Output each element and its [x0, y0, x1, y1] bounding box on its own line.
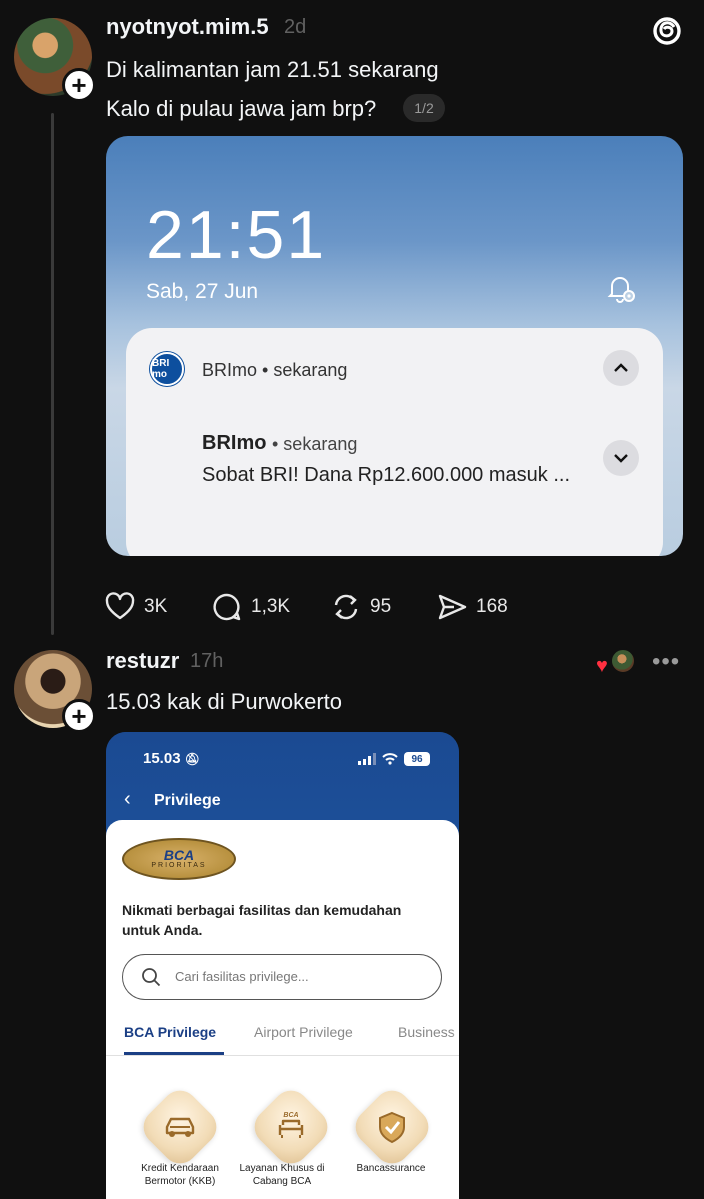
notification-card[interactable]: BRI mo BRImo • sekarang BRImo • sekarang… — [126, 328, 663, 556]
tab-business[interactable]: Business — [398, 1024, 455, 1040]
wifi-icon — [382, 753, 398, 765]
svg-text:BCA: BCA — [283, 1112, 298, 1119]
lockscreen-time: 21:51 — [146, 197, 327, 273]
privilege-item-label: Layanan Khusus di Cabang BCA — [239, 1163, 325, 1187]
post-time: 2d — [284, 16, 307, 38]
reply-time: 17h — [190, 650, 224, 672]
liker-avatar — [610, 648, 636, 674]
notification-time: • sekarang — [272, 434, 358, 454]
notification-header: BRImo • sekarang — [202, 360, 347, 381]
tab-bca-privilege[interactable]: BCA Privilege — [124, 1024, 216, 1040]
bca-page-title: Privilege — [154, 792, 221, 809]
bca-prioritas-logo: BCA PRIORITAS — [122, 838, 236, 880]
bca-content: BCA PRIORITAS Nikmati berbagai fasilitas… — [106, 820, 459, 1199]
status-time: 15.03 🔕︎ — [143, 750, 200, 767]
reply-count: 1,3K — [251, 596, 291, 617]
follow-plus-icon[interactable]: + — [62, 68, 96, 102]
lockscreen-date: Sab, 27 Jun — [146, 280, 259, 303]
sofa-icon: BCA — [278, 1112, 304, 1138]
heart-icon — [105, 592, 135, 620]
liked-by-indicator[interactable]: ♥ — [596, 648, 640, 678]
post-image-lockscreen[interactable]: 21:51 Sab, 27 Jun BRI mo BRImo • sekaran… — [106, 136, 683, 556]
brimo-logo: BRI mo — [150, 352, 184, 386]
like-button[interactable]: 3K — [104, 590, 167, 624]
expand-chevron-down-icon[interactable] — [603, 440, 639, 476]
repost-count: 95 — [370, 596, 392, 617]
tab-divider — [106, 1055, 459, 1056]
thread-line — [51, 113, 54, 635]
shield-check-icon — [379, 1111, 405, 1144]
notification-header-time: • sekarang — [262, 360, 348, 380]
reply-text: 15.03 kak di Purwokerto — [106, 689, 343, 714]
battery-icon: 96 — [404, 752, 430, 766]
notification-app-name: BRImo — [202, 360, 258, 380]
tab-scroll-fade — [452, 1016, 459, 1056]
car-icon — [165, 1117, 195, 1137]
comment-bubble-icon — [213, 593, 241, 621]
notification-message: Sobat BRI! Dana Rp12.600.000 masuk ... — [202, 464, 570, 486]
post-image-bca-app[interactable]: 15.03 🔕︎ 96 ‹ Privilege BCA PRIORITAS Ni… — [106, 732, 459, 1199]
search-placeholder: Cari fasilitas privilege... — [175, 969, 309, 984]
post-text-line-1: Di kalimantan jam 21.51 sekarang — [106, 57, 439, 82]
post-text-line-2: Kalo di pulau jawa jam brp? — [106, 96, 377, 121]
privilege-search-input[interactable]: Cari fasilitas privilege... — [122, 954, 442, 1000]
image-page-indicator: 1/2 — [403, 94, 445, 122]
bca-description: Nikmati berbagai fasilitas dan kemudahan… — [122, 902, 402, 938]
reply-button[interactable]: 1,3K — [211, 590, 290, 624]
bell-settings-icon — [607, 277, 635, 303]
search-icon — [142, 968, 161, 987]
bell-muted-icon: 🔕︎ — [184, 752, 200, 766]
red-heart-icon: ♥ — [596, 655, 608, 677]
share-count: 168 — [476, 596, 508, 617]
signal-icon — [358, 753, 376, 765]
bca-header — [106, 732, 459, 832]
back-chevron-icon[interactable]: ‹ — [124, 788, 131, 811]
collapse-chevron-up-icon[interactable] — [603, 350, 639, 386]
like-count: 3K — [144, 596, 168, 617]
threads-logo-icon[interactable] — [650, 14, 684, 48]
send-icon — [438, 594, 467, 620]
reply-username[interactable]: restuzr — [106, 648, 179, 674]
status-icons: 96 — [358, 752, 430, 766]
repost-button[interactable]: 95 — [330, 590, 391, 624]
share-button[interactable]: 168 — [436, 590, 508, 624]
notification-title: BRImo — [202, 432, 267, 454]
post-username[interactable]: nyotnyot.mim.5 — [106, 14, 269, 40]
privilege-item-label: Kredit Kendaraan Bermotor (KKB) — [141, 1163, 219, 1187]
repost-icon — [334, 594, 358, 620]
privilege-item-label: Bancassurance — [356, 1163, 426, 1174]
follow-plus-icon[interactable]: + — [62, 699, 96, 733]
tab-airport-privilege[interactable]: Airport Privilege — [254, 1024, 353, 1040]
more-options-icon[interactable]: ••• — [652, 648, 680, 676]
